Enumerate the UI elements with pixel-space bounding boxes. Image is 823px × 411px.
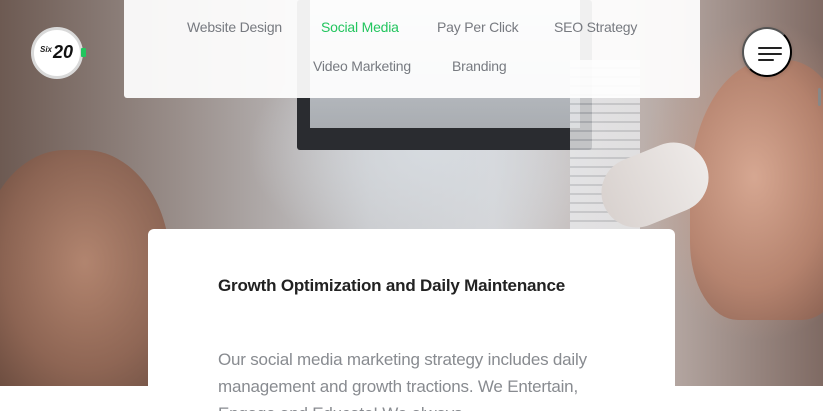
site-logo[interactable]: Six 20 [31,27,86,79]
card-title: Growth Optimization and Daily Maintenanc… [218,276,565,295]
content-card: Growth Optimization and Daily Maintenanc… [148,229,675,411]
person-left-shape [0,150,170,386]
nav-item-social-media[interactable]: Social Media [321,19,399,35]
logo-number: 20 [53,42,74,62]
logo-prefix: Six [40,45,53,54]
nav-item-branding[interactable]: Branding [452,58,507,74]
nav-item-pay-per-click[interactable]: Pay Per Click [437,19,519,35]
services-nav: Website Design Social Media Pay Per Clic… [124,0,700,98]
scroll-indicator[interactable] [818,88,821,106]
hamburger-line [758,59,774,61]
person-right-shape [690,60,823,320]
hamburger-line [758,53,782,55]
nav-item-website-design[interactable]: Website Design [187,19,282,35]
card-body-text: Our social media marketing strategy incl… [218,350,587,411]
hamburger-menu-icon [758,47,782,49]
logo-accent [81,48,86,57]
hamburger-menu-button[interactable] [742,27,792,77]
nav-item-seo-strategy[interactable]: SEO Strategy [554,19,637,35]
nav-item-video-marketing[interactable]: Video Marketing [313,58,411,74]
